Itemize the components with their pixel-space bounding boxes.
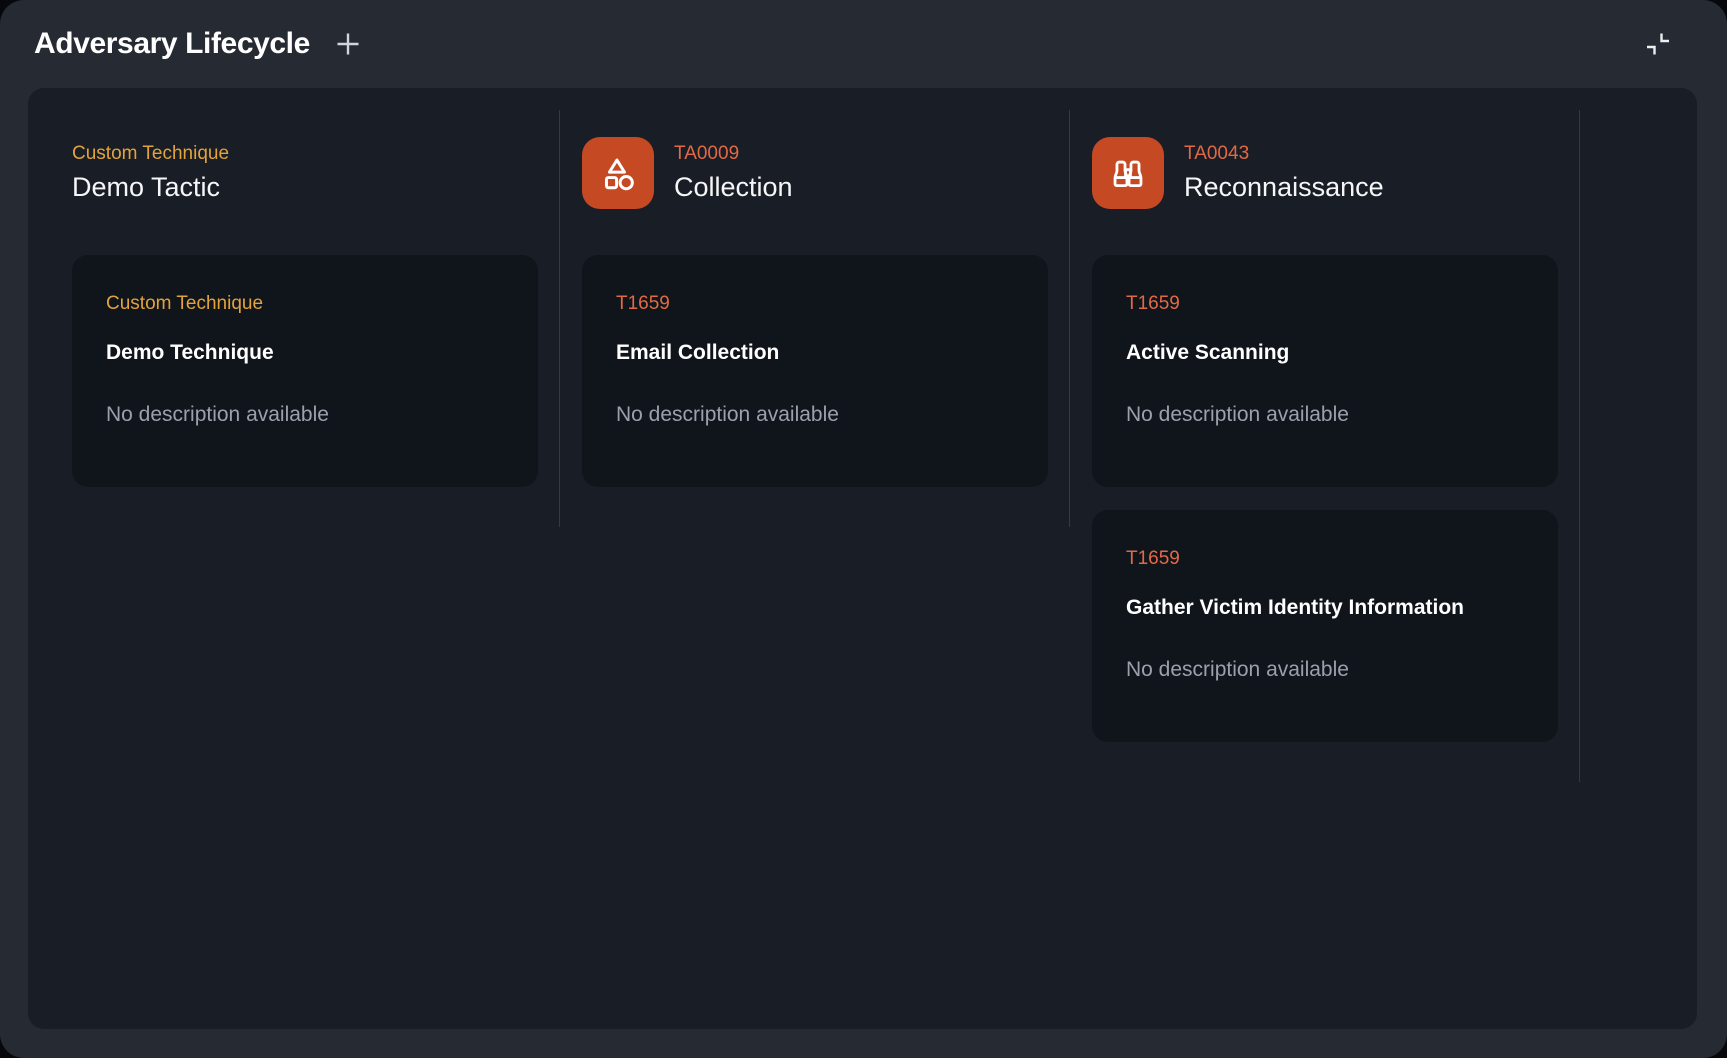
add-tactic-button[interactable] <box>332 28 364 60</box>
technique-code: T1659 <box>616 293 1014 315</box>
technique-card-active-scanning[interactable]: T1659 Active Scanning No description ava… <box>1092 255 1558 487</box>
tactic-text: Custom Technique Demo Tactic <box>72 143 229 203</box>
plus-icon <box>333 29 363 59</box>
lifecycle-board: Custom Technique Demo Tactic Custom Tech… <box>28 88 1697 1029</box>
shapes-icon <box>597 152 639 194</box>
widget-title: Adversary Lifecycle <box>34 27 310 61</box>
collapse-button[interactable] <box>1642 28 1674 60</box>
tactic-header-collection[interactable]: TA0009 Collection <box>582 137 1047 209</box>
tactic-icon-tile <box>582 137 654 209</box>
technique-description: No description available <box>1126 657 1524 682</box>
collapse-icon <box>1644 30 1672 58</box>
tactic-header-demo-tactic[interactable]: Custom Technique Demo Tactic <box>72 137 537 209</box>
technique-card-gather-victim-identity-information[interactable]: T1659 Gather Victim Identity Information… <box>1092 510 1558 742</box>
technique-code: T1659 <box>1126 293 1524 315</box>
tactic-name: Collection <box>674 171 793 203</box>
tactic-name: Reconnaissance <box>1184 171 1384 203</box>
technique-name: Active Scanning <box>1126 340 1524 365</box>
technique-name: Gather Victim Identity Information <box>1126 595 1524 620</box>
technique-code: T1659 <box>1126 548 1524 570</box>
technique-description: No description available <box>616 402 1014 427</box>
tactic-icon-tile <box>1092 137 1164 209</box>
technique-card-list: Custom Technique Demo Technique No descr… <box>72 255 537 487</box>
tactic-column-reconnaissance: TA0043 Reconnaissance T1659 Active Scann… <box>1070 110 1580 782</box>
technique-card-list: T1659 Active Scanning No description ava… <box>1092 255 1557 742</box>
technique-card-list: T1659 Email Collection No description av… <box>582 255 1047 487</box>
tactic-text: TA0009 Collection <box>674 143 793 203</box>
tactic-label: Custom Technique <box>72 143 229 165</box>
technique-card-email-collection[interactable]: T1659 Email Collection No description av… <box>582 255 1048 487</box>
tactic-text: TA0043 Reconnaissance <box>1184 143 1384 203</box>
tactic-column-demo-tactic: Custom Technique Demo Tactic Custom Tech… <box>50 110 560 527</box>
technique-name: Email Collection <box>616 340 1014 365</box>
technique-description: No description available <box>106 402 504 427</box>
tactic-label: TA0043 <box>1184 143 1384 165</box>
widget-header: Adversary Lifecycle <box>0 0 1727 88</box>
technique-code: Custom Technique <box>106 293 504 315</box>
tactic-column-collection: TA0009 Collection T1659 Email Collection… <box>560 110 1070 527</box>
technique-description: No description available <box>1126 402 1524 427</box>
adversary-lifecycle-widget: Adversary Lifecycle Custom Tech <box>0 0 1727 1058</box>
tactic-name: Demo Tactic <box>72 171 229 203</box>
binoculars-icon <box>1107 152 1149 194</box>
tactic-label: TA0009 <box>674 143 793 165</box>
tactic-header-reconnaissance[interactable]: TA0043 Reconnaissance <box>1092 137 1557 209</box>
technique-name: Demo Technique <box>106 340 504 365</box>
technique-card-demo-technique[interactable]: Custom Technique Demo Technique No descr… <box>72 255 538 487</box>
